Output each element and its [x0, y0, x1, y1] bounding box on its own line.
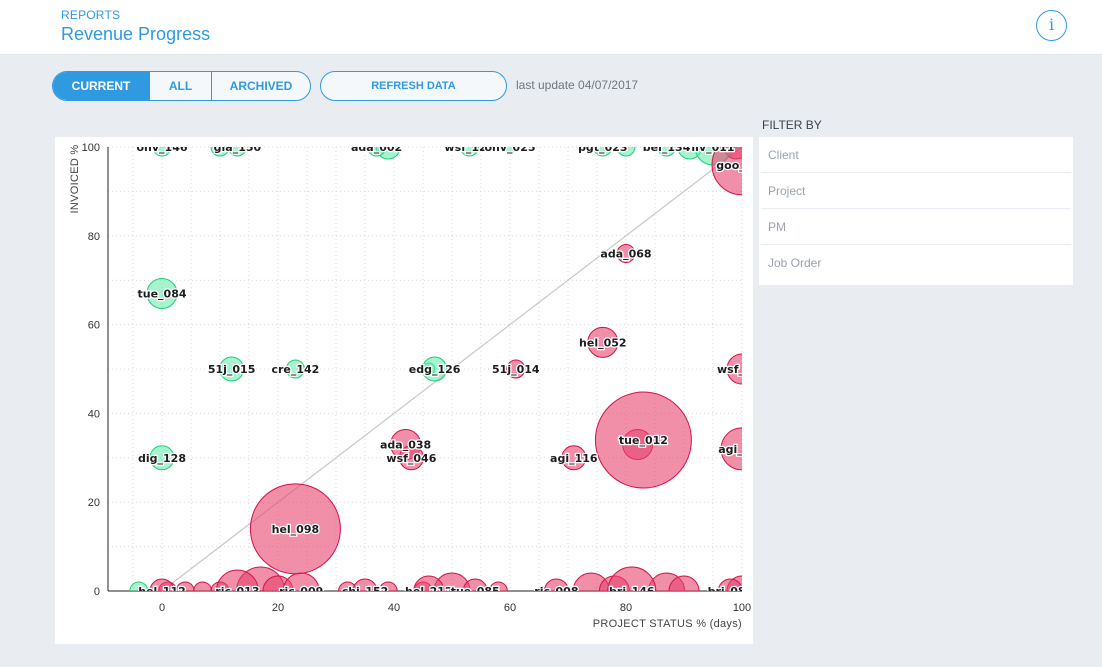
x-tick-label: 80 — [620, 602, 632, 614]
filter-pm[interactable]: PM — [761, 209, 1071, 245]
bubble-label: ada_038 — [380, 438, 431, 451]
filter-job-order[interactable]: Job Order — [761, 245, 1071, 281]
bubble-label: goo_175 — [716, 159, 753, 172]
tab-archived[interactable]: ARCHIVED — [211, 72, 310, 100]
bubble-chart: 0 20 40 60 80 100 0 20 40 60 80 100 onv_146 gla_150… — [55, 137, 753, 644]
bubble[interactable] — [193, 581, 213, 600]
bubble-label: ada_002 — [351, 141, 402, 154]
last-update-text: last update 04/07/2017 — [516, 78, 639, 92]
y-tick-label: 100 — [82, 142, 100, 154]
bubble-label: ada_068 — [600, 248, 651, 261]
bubble-label: agi_140 — [718, 443, 753, 456]
top-bar: REPORTS Revenue Progress i — [0, 0, 1102, 55]
bubble-label: onv_025 — [484, 141, 535, 154]
bubble-label: hel_098 — [272, 523, 320, 536]
y-axis-title: INVOICED % — [69, 144, 81, 213]
tab-current[interactable]: CURRENT — [53, 72, 149, 100]
x-tick-label: 100 — [733, 602, 751, 614]
refresh-data-button[interactable]: REFRESH DATA — [320, 71, 507, 101]
bubble-label: tue_084 — [137, 288, 186, 301]
bubble-label: gla_150 — [214, 141, 262, 154]
bubble-chart-svg: 0 20 40 60 80 100 0 20 40 60 80 100 onv_146 gla_150… — [69, 141, 753, 630]
bubble-label: 51j_014 — [492, 363, 540, 376]
x-tick-label: 40 — [388, 602, 400, 614]
y-tick-label: 20 — [88, 497, 100, 509]
bubble-label: bel_134 — [643, 141, 691, 154]
bubble-label: wsf_046 — [386, 452, 436, 465]
filter-project[interactable]: Project — [761, 173, 1071, 209]
page-title: Revenue Progress — [61, 24, 211, 44]
y-tick-label: 80 — [88, 231, 100, 243]
y-tick-label: 40 — [88, 408, 100, 420]
bubble-label: pgt_023 — [578, 141, 627, 154]
x-tick-labels: 0 20 40 60 80 100 — [159, 602, 751, 614]
filter-panel: Client Project PM Job Order — [759, 137, 1073, 285]
bubbles — [129, 147, 742, 606]
x-tick-label: 0 — [159, 602, 165, 614]
filter-client[interactable]: Client — [761, 137, 1071, 173]
tab-all[interactable]: ALL — [149, 72, 211, 100]
bubble-label: cre_142 — [271, 363, 319, 376]
bubble-label: onv_146 — [136, 141, 187, 154]
bubble-label: liv_011 — [691, 141, 734, 154]
info-icon[interactable]: i — [1036, 10, 1067, 41]
view-tabs: CURRENT ALL ARCHIVED — [52, 71, 311, 101]
bubble-label: wsf_033 — [717, 363, 753, 376]
y-tick-labels: 0 20 40 60 80 100 — [82, 142, 100, 598]
breadcrumb[interactable]: REPORTS — [61, 8, 120, 22]
bubble-label: hel_052 — [579, 336, 627, 349]
bubble-label: dig_128 — [138, 452, 186, 465]
y-tick-label: 60 — [88, 320, 100, 332]
x-tick-label: 20 — [272, 602, 284, 614]
bubble-label: tue_012 — [619, 434, 668, 447]
y-tick-label: 0 — [94, 586, 100, 598]
bubble-label: 51j_015 — [208, 363, 256, 376]
bubble-label: agi_116 — [550, 452, 598, 465]
x-tick-label: 60 — [504, 602, 516, 614]
bubble-label: edg_126 — [409, 363, 461, 376]
filter-title: FILTER BY — [762, 118, 822, 132]
x-axis-title: PROJECT STATUS % (days) — [593, 618, 742, 630]
bubble[interactable] — [668, 575, 700, 606]
